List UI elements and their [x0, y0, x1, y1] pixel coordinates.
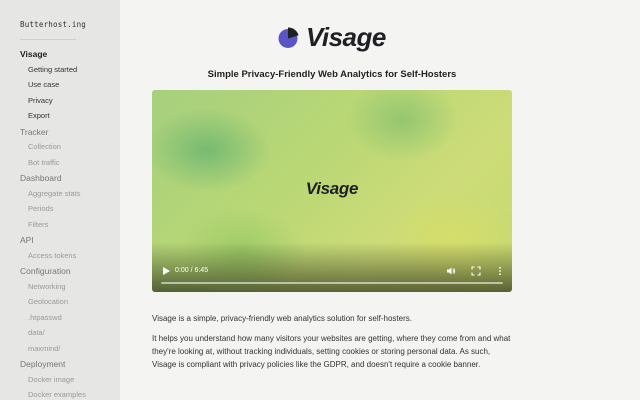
video-poster-title: Visage	[305, 179, 359, 198]
logo-wordmark: Visage	[306, 22, 386, 52]
volume-icon[interactable]	[446, 266, 456, 276]
sidebar-item-htpasswd[interactable]: .htpasswd	[20, 313, 120, 323]
sidebar-item-filters[interactable]: Filters	[20, 220, 120, 230]
intro-paragraph: Visage is a simple, privacy-friendly web…	[152, 314, 412, 323]
fullscreen-icon[interactable]	[471, 266, 481, 276]
video-progress-bar[interactable]	[161, 282, 503, 284]
sidebar-item-docker-examples[interactable]: Docker examples	[20, 390, 120, 400]
sidebar-section-configuration[interactable]: Configuration	[20, 266, 120, 276]
sidebar-section-deployment[interactable]: Deployment	[20, 359, 120, 369]
intro-text: Visage is a simple, privacy-friendly web…	[152, 312, 512, 378]
sidebar-section-visage[interactable]: Visage	[20, 49, 120, 59]
sidebar-section-dashboard[interactable]: Dashboard	[20, 173, 120, 183]
page-subtitle: Simple Privacy-Friendly Web Analytics fo…	[207, 69, 457, 80]
sidebar-item-export[interactable]: Export	[20, 111, 120, 121]
intro-paragraph: It helps you understand how many visitor…	[152, 334, 511, 369]
video-controls: 0:00 / 6:45	[152, 242, 512, 292]
sidebar-item-bot-traffic[interactable]: Bot traffic	[20, 158, 120, 168]
sidebar-item-maxmind[interactable]: maxmind/	[20, 344, 120, 354]
pie-chart-logo-icon	[278, 27, 299, 48]
video-time: 0:00 / 6:45	[175, 267, 209, 274]
visage-logo: Visage	[276, 21, 386, 53]
sidebar-item-networking[interactable]: Networking	[20, 282, 120, 292]
sidebar-item-use-case[interactable]: Use case	[20, 80, 120, 90]
sidebar-item-aggregate-stats[interactable]: Aggregate stats	[20, 189, 120, 199]
sidebar-nav: Visage Getting started Use case Privacy Expo…	[20, 49, 120, 400]
sidebar-section-tracker[interactable]: Tracker	[20, 127, 120, 137]
sidebar-item-data[interactable]: data/	[20, 328, 120, 338]
sidebar-item-periods[interactable]: Periods	[20, 204, 120, 214]
sidebar: Butterhost.ing Visage Getting started Use …	[0, 0, 120, 400]
sidebar-divider	[20, 39, 76, 40]
sidebar-item-collection[interactable]: Collection	[20, 142, 120, 152]
sidebar-item-privacy[interactable]: Privacy	[20, 96, 120, 106]
sidebar-section-api[interactable]: API	[20, 235, 120, 245]
sidebar-item-access-tokens[interactable]: Access tokens	[20, 251, 120, 261]
site-brand[interactable]: Butterhost.ing	[20, 20, 120, 29]
more-options-icon[interactable]	[495, 266, 505, 276]
video-player[interactable]: Visage 0:00 / 6:45	[152, 90, 512, 292]
play-icon[interactable]	[161, 266, 171, 276]
sidebar-item-geolocation[interactable]: Geolocation	[20, 297, 120, 307]
sidebar-item-getting-started[interactable]: Getting started	[20, 65, 120, 75]
sidebar-item-docker-image[interactable]: Docker image	[20, 375, 120, 385]
